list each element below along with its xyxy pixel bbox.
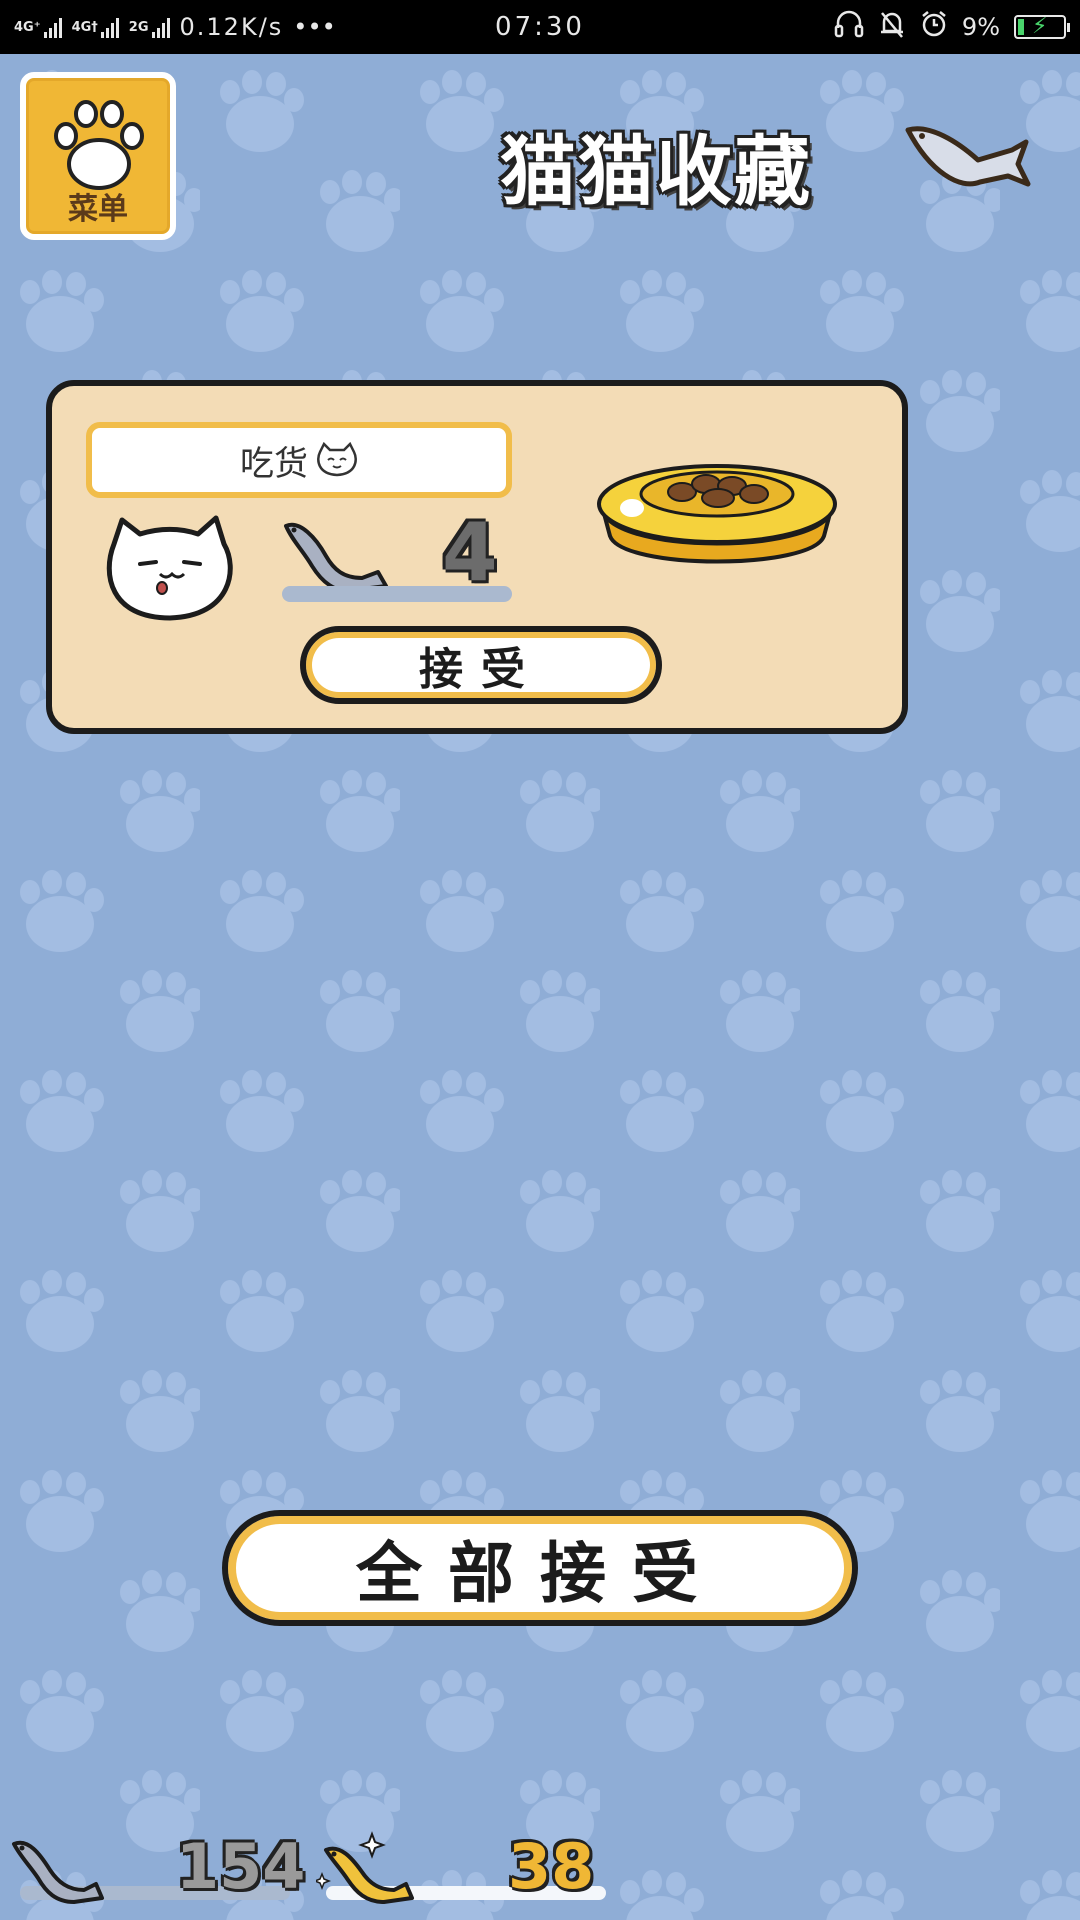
menu-button[interactable]: 菜单 xyxy=(20,72,176,240)
cat-face-icon xyxy=(317,442,357,477)
paw-print-background xyxy=(0,54,1080,1920)
headphones-icon xyxy=(834,10,864,44)
gold-fish-count: 38 xyxy=(508,1830,595,1903)
silver-fish-count: 154 xyxy=(176,1830,306,1903)
food-bowl-icon xyxy=(597,464,837,564)
notifications-muted-icon xyxy=(878,9,906,45)
cat-name-box: 吃货 xyxy=(86,422,512,498)
silver-fish-counter: 154 xyxy=(10,1830,305,1910)
battery-charging-icon: ⚡ xyxy=(1014,14,1070,39)
fish-icon xyxy=(284,522,388,594)
status-bar: 4G⁺ 4G† 2G 0.12K/s ••• 07:30 9% ⚡ xyxy=(0,0,1080,54)
accept-button[interactable]: 接受 xyxy=(300,626,662,704)
battery-percent: 9% xyxy=(961,13,1000,41)
gift-card: 吃货 4 接受 xyxy=(46,380,908,734)
menu-label: 菜单 xyxy=(68,192,128,227)
accept-all-button[interactable]: 全部接受 xyxy=(222,1510,858,1626)
gold-fish-icon xyxy=(316,1831,414,1904)
alarm-icon xyxy=(920,10,948,44)
status-right: 9% ⚡ xyxy=(834,0,1070,54)
silver-fish-icon xyxy=(12,1840,104,1904)
page-title: 猫猫收藏 xyxy=(500,127,812,216)
cat-avatar xyxy=(106,515,233,621)
fish-icon[interactable] xyxy=(900,112,1034,204)
cat-name: 吃货 xyxy=(240,443,308,484)
gift-fish-count: 4 xyxy=(442,506,498,599)
gold-fish-counter: 38 xyxy=(316,1830,606,1910)
